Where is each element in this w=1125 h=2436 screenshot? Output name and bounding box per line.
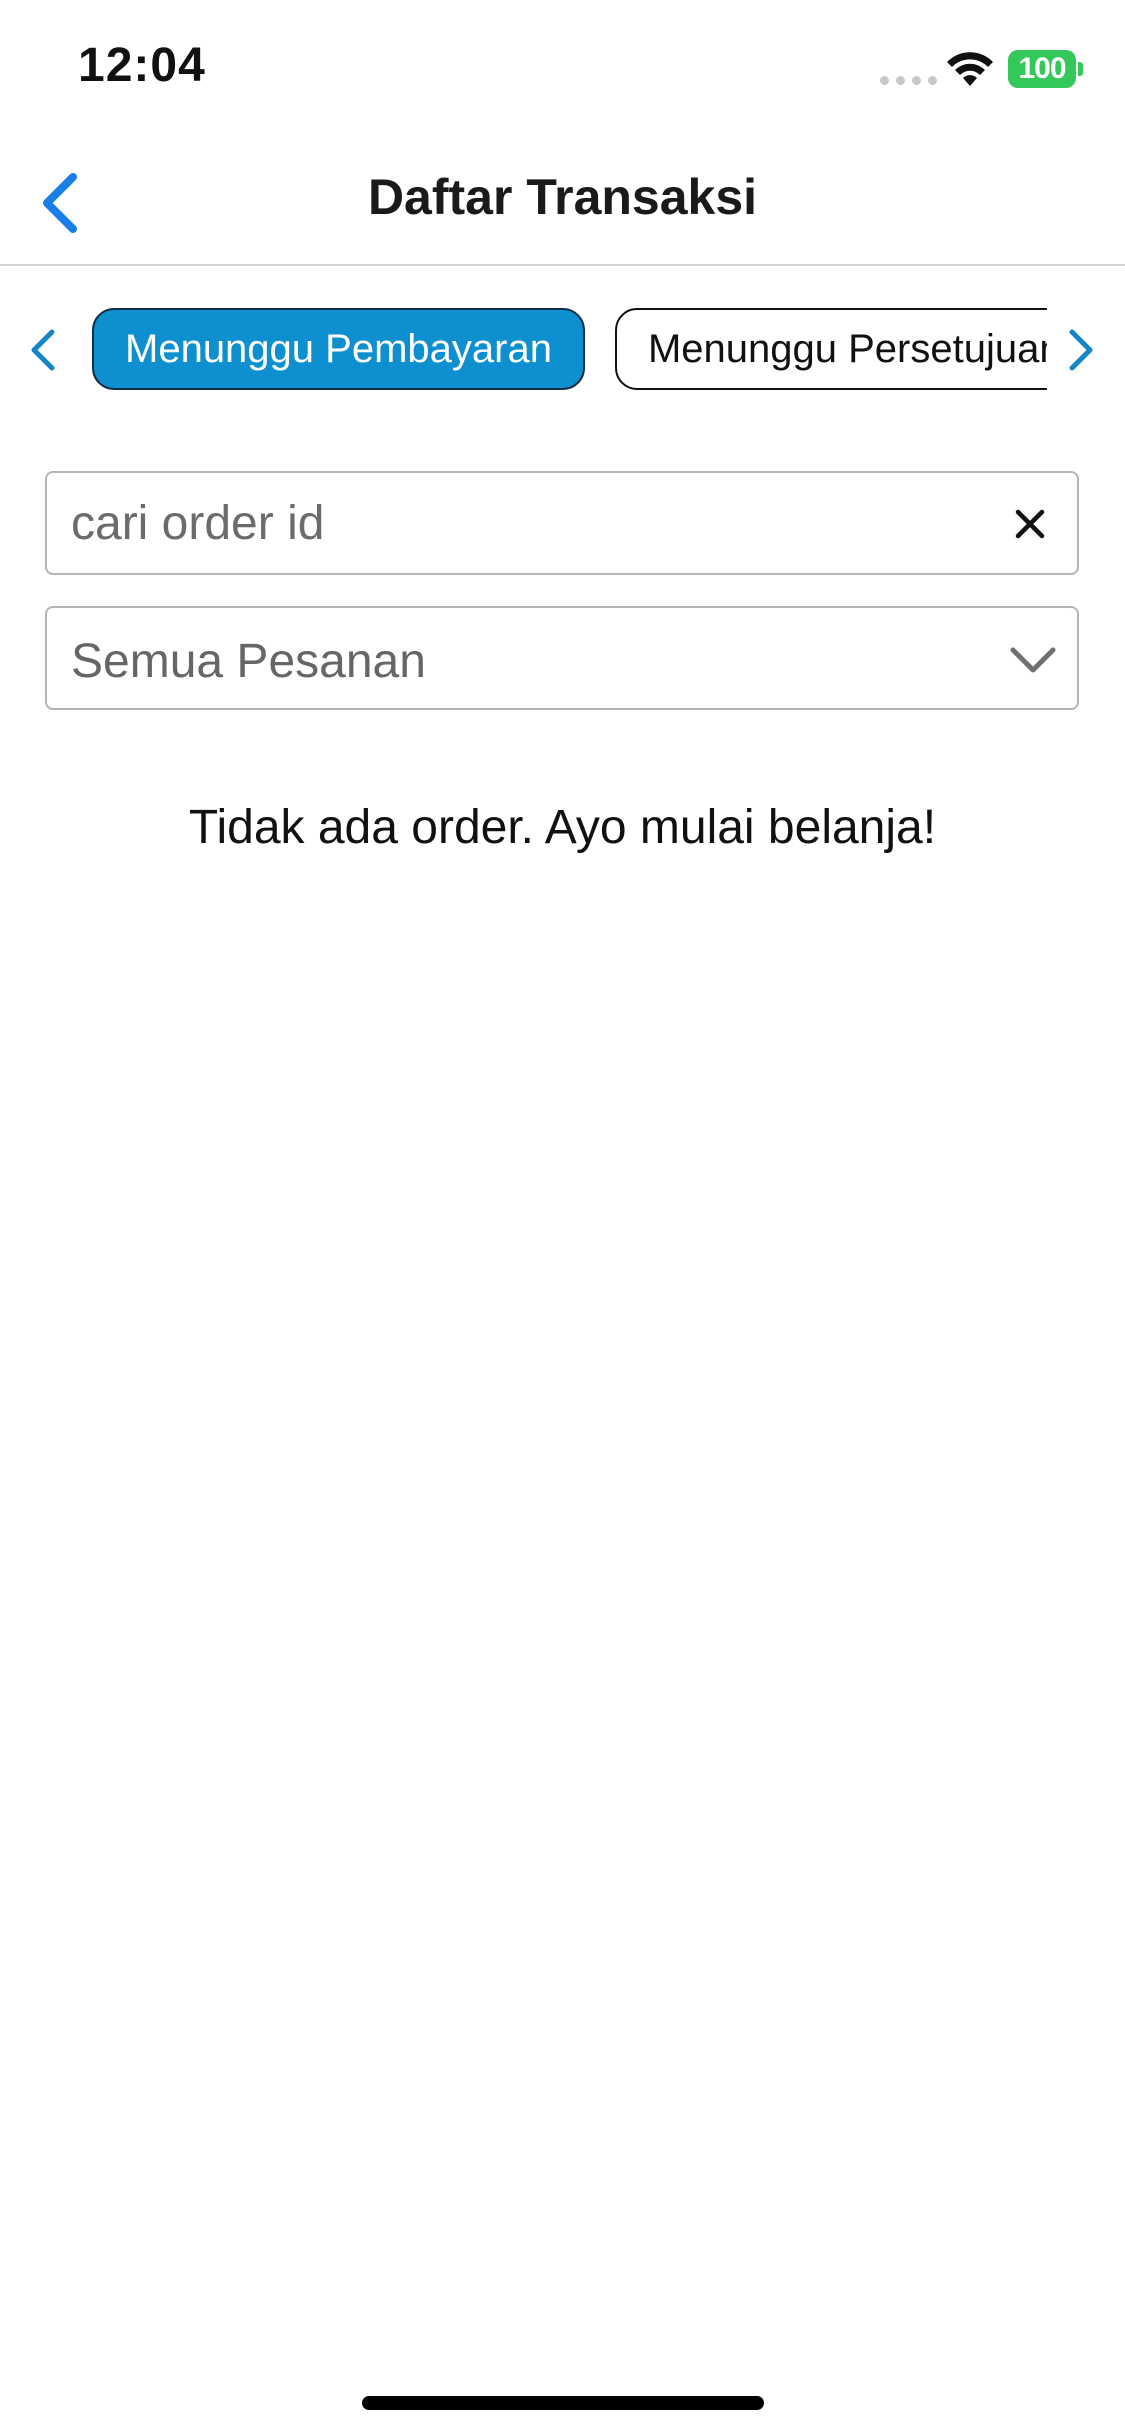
battery-level: 100 (1018, 52, 1066, 85)
wifi-icon (947, 52, 993, 86)
search-input[interactable] (47, 473, 1077, 573)
tab-label: Menunggu Pembayaran (125, 326, 552, 371)
search-box (45, 471, 1079, 575)
tabs-viewport: Menunggu Pembayaran Menunggu Persetujuan (92, 308, 1047, 398)
clear-search-button[interactable] (995, 489, 1065, 559)
chevron-down-icon (1010, 647, 1056, 673)
tab-menunggu-pembayaran[interactable]: Menunggu Pembayaran (92, 308, 585, 390)
tab-label: Menunggu Persetujuan (647, 326, 1047, 371)
status-bar: 12:04 100 (0, 0, 1125, 140)
cellular-signal-icon (880, 76, 937, 85)
chevron-left-icon (31, 329, 55, 371)
filter-selected-value: Semua Pesanan (71, 635, 426, 688)
tabs-prev-button[interactable] (12, 318, 72, 382)
order-filter-select[interactable]: Semua Pesanan (45, 606, 1079, 710)
tab-menunggu-persetujuan[interactable]: Menunggu Persetujuan (614, 308, 1047, 390)
battery-tip (1078, 62, 1083, 76)
nav-bar: Daftar Transaksi (0, 140, 1125, 266)
transaction-list-screen: 12:04 100 Daftar Transaksi Menunggu Pemb… (0, 0, 1125, 2436)
tabs-next-button[interactable] (1052, 318, 1112, 382)
status-time: 12:04 (78, 39, 206, 92)
chevron-right-icon (1069, 329, 1093, 371)
battery-icon: 100 (1008, 50, 1076, 88)
tabs-track: Menunggu Pembayaran Menunggu Persetujuan (92, 308, 1047, 390)
empty-state-message: Tidak ada order. Ayo mulai belanja! (188, 801, 937, 854)
home-indicator (362, 2396, 764, 2410)
page-title: Daftar Transaksi (367, 169, 758, 225)
close-icon (1015, 509, 1045, 539)
status-tabs: Menunggu Pembayaran Menunggu Persetujuan (0, 300, 1125, 400)
